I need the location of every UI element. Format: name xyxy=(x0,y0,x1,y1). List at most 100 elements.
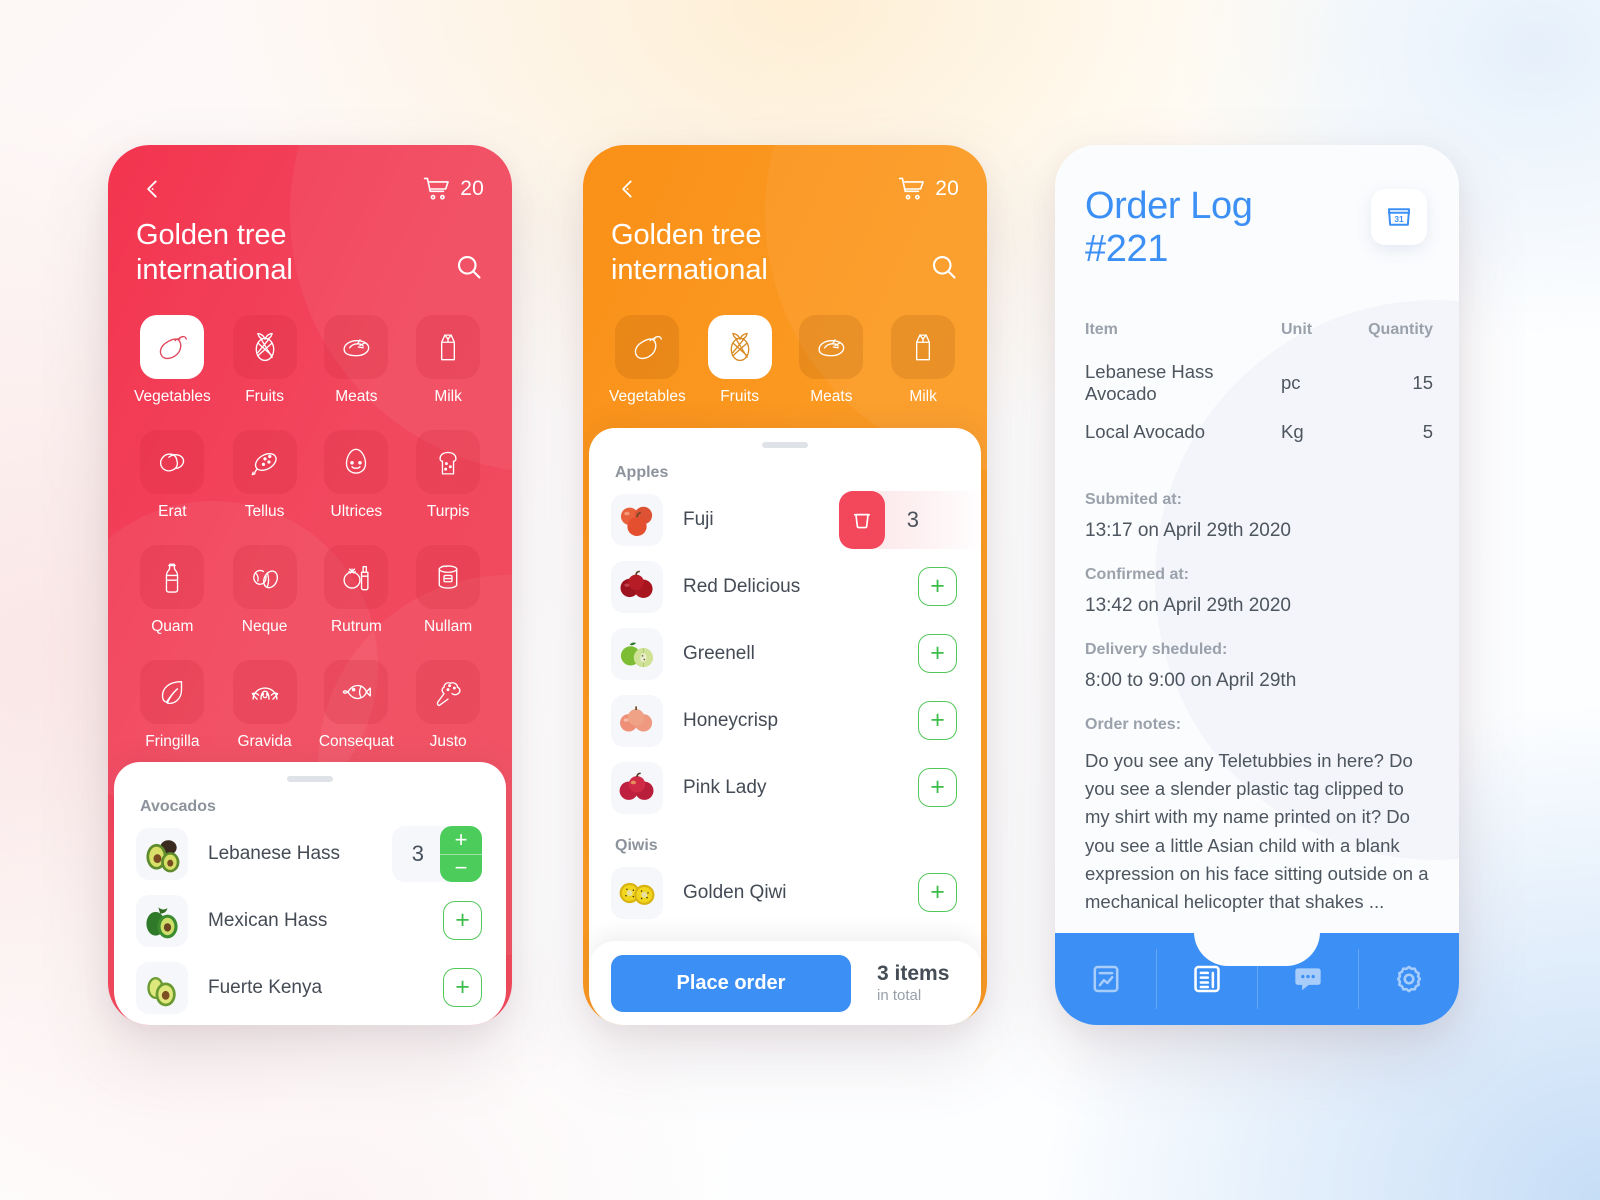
back-button[interactable] xyxy=(611,172,645,206)
back-button[interactable] xyxy=(136,172,170,206)
top-bar: 20 xyxy=(583,167,987,211)
category-item-fruits[interactable]: Fruits xyxy=(702,315,778,406)
decrement-button[interactable]: − xyxy=(440,854,482,882)
order-meta-list: Submited at: 13:17 on April 29th 2020 Conf… xyxy=(1085,491,1433,692)
category-label: Consequat xyxy=(318,733,394,750)
increment-button[interactable]: + xyxy=(440,826,482,854)
product-row[interactable]: Red Delicious + xyxy=(611,553,963,620)
quantity-value: 3 xyxy=(411,840,424,866)
bread-slice-icon xyxy=(416,430,481,494)
category-item-fringilla[interactable]: Fringilla xyxy=(134,660,211,751)
product-list: Fuji 3 Red Delicious + Greenell + Honeycrisp + P… xyxy=(589,486,981,821)
category-label: Fruits xyxy=(245,388,284,405)
category-item-neque[interactable]: Neque xyxy=(227,545,303,636)
category-item-fruits[interactable]: Fruits xyxy=(227,315,303,406)
store-header: Golden tree international xyxy=(611,218,963,289)
cell-item: Local Avocado xyxy=(1085,420,1206,442)
category-item-meats[interactable]: Meats xyxy=(318,315,394,406)
swipe-delete-zone: 3 xyxy=(838,491,981,549)
product-row[interactable]: Lebanese Hass 3 + − xyxy=(136,820,488,887)
mango-icon xyxy=(140,430,205,494)
product-name: Honeycrisp xyxy=(683,709,779,731)
category-item-gravida[interactable]: Gravida xyxy=(227,660,303,751)
category-item-turpis[interactable]: Turpis xyxy=(410,430,486,521)
products-sheet: Avocados Lebanese Hass 3 + − Mexican Hass + Fu… xyxy=(114,762,506,1025)
product-row[interactable]: Fuji 3 xyxy=(611,486,981,553)
search-icon xyxy=(457,255,481,279)
category-item-rutrum[interactable]: Rutrum xyxy=(318,545,394,636)
eggplant-icon xyxy=(615,315,680,379)
delete-button[interactable] xyxy=(838,491,885,549)
pineapple-icon xyxy=(707,315,772,379)
category-item-nullam[interactable]: Nullam xyxy=(410,545,486,636)
product-row[interactable]: Mexican Hass + xyxy=(136,887,488,954)
place-order-button[interactable]: Place order xyxy=(611,954,851,1012)
settings-gear-icon xyxy=(1396,965,1421,993)
add-item-button[interactable]: + xyxy=(443,968,482,1007)
category-label: Justo xyxy=(429,733,467,750)
search-button[interactable] xyxy=(450,248,488,286)
add-item-button[interactable]: + xyxy=(443,901,482,940)
category-item-quam[interactable]: Quam xyxy=(134,545,211,636)
add-item-button[interactable]: + xyxy=(918,634,957,673)
category-label: Neque xyxy=(241,618,288,635)
product-row[interactable]: Fuerte Kenya + xyxy=(136,954,488,1021)
order-notes-text: Do you see any Teletubbies in here? Do y… xyxy=(1085,749,1429,913)
category-grid: Vegetables Fruits Meats Milk xyxy=(609,315,961,406)
store-name: Golden tree international xyxy=(611,219,768,287)
order-bar: Place order 3 items in total xyxy=(589,941,981,1025)
tab-settings[interactable] xyxy=(1358,933,1459,1025)
search-button[interactable] xyxy=(925,248,963,286)
stepper-controls[interactable]: + − xyxy=(440,825,482,882)
category-item-vegetables[interactable]: Vegetables xyxy=(609,315,686,406)
sheet-grabber[interactable] xyxy=(762,442,808,448)
add-item-button[interactable]: + xyxy=(918,567,957,606)
product-row[interactable]: Honeycrisp + xyxy=(611,687,963,754)
screens-stage: 20 Golden tree international Vegetables F… xyxy=(0,0,1600,1200)
add-item-button[interactable]: + xyxy=(918,701,957,740)
cart-count: 20 xyxy=(460,177,484,200)
product-row[interactable]: Greenell + xyxy=(611,620,963,687)
order-log-screen: Order Log #221 31 Item Unit Quantity Leb… xyxy=(1055,145,1459,1025)
category-label: Ultrices xyxy=(330,503,383,520)
add-item-button[interactable]: + xyxy=(918,768,957,807)
category-item-vegetables[interactable]: Vegetables xyxy=(134,315,211,406)
fish-icon xyxy=(324,660,389,724)
salami-icon xyxy=(232,430,297,494)
cart-button[interactable]: 20 xyxy=(423,176,484,202)
category-item-ultrices[interactable]: Ultrices xyxy=(318,430,394,521)
add-item-button[interactable]: + xyxy=(918,873,957,912)
order-total: 3 items in total xyxy=(877,962,949,1003)
cell-unit: Kg xyxy=(1281,420,1304,442)
eggplant-icon xyxy=(140,315,205,379)
product-row[interactable]: Pink Lady + xyxy=(611,754,963,821)
category-label: Meats xyxy=(335,388,378,405)
tab-reports[interactable] xyxy=(1055,933,1156,1025)
avocado-sliced-icon xyxy=(136,961,188,1014)
cart-button[interactable]: 20 xyxy=(898,176,959,202)
category-item-justo[interactable]: Justo xyxy=(410,660,486,751)
egg-icon xyxy=(324,430,389,494)
category-item-milk[interactable]: Milk xyxy=(410,315,486,406)
chat-bubble-icon xyxy=(1294,968,1321,991)
product-row[interactable]: Golden Qiwi + xyxy=(611,859,963,926)
quantity-stepper[interactable]: 3 + − xyxy=(391,825,482,882)
dark-red-apples-icon xyxy=(611,560,663,613)
broccoli-icon xyxy=(416,660,481,724)
total-suffix: in total xyxy=(877,986,922,1004)
category-item-milk[interactable]: Milk xyxy=(885,315,961,406)
pink-apples-icon xyxy=(611,761,663,814)
category-item-tellus[interactable]: Tellus xyxy=(227,430,303,521)
category-item-erat[interactable]: Erat xyxy=(134,430,211,521)
sheet-grabber[interactable] xyxy=(287,776,333,782)
shopping-cart-icon xyxy=(899,177,925,200)
catalog-screen-orange: 20 Golden tree international Vegetables F… xyxy=(583,145,987,1025)
category-item-meats[interactable]: Meats xyxy=(793,315,869,406)
calendar-button[interactable]: 31 xyxy=(1371,189,1427,245)
tab-messages[interactable] xyxy=(1257,933,1358,1025)
category-item-consequat[interactable]: Consequat xyxy=(318,660,394,751)
tab-orders[interactable] xyxy=(1156,933,1257,1025)
meta-entry: Confirmed at: 13:42 on April 29th 2020 xyxy=(1085,566,1433,617)
report-chart-icon xyxy=(1093,965,1118,993)
cell-item: Lebanese Hass Avocado xyxy=(1085,360,1214,404)
